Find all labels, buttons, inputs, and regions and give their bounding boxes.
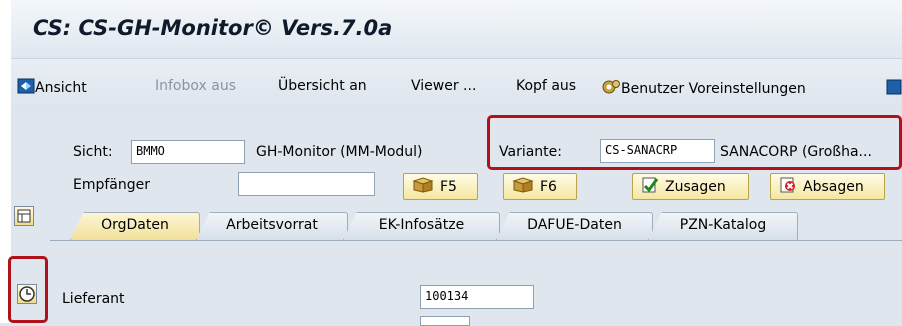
benutzer-voreinstellungen-button[interactable]: Benutzer Voreinstellungen [601, 78, 806, 100]
lieferant-label: Lieferant [62, 291, 125, 307]
time-button[interactable] [17, 284, 37, 304]
sicht-field[interactable]: BMMO [131, 140, 245, 164]
tab-orgdaten[interactable]: OrgDaten [70, 212, 200, 240]
infobox-aus-button[interactable]: Infobox aus [155, 78, 236, 94]
toolbar-overflow-icon[interactable] [886, 78, 902, 100]
kopf-aus-button[interactable]: Kopf aus [516, 78, 576, 94]
tab-pzn-katalog[interactable]: PZN-Katalog [648, 212, 798, 240]
zusagen-label: Zusagen [665, 178, 726, 195]
ansicht-button[interactable]: Ansicht [17, 78, 87, 98]
lieferant-field[interactable]: 100134 [420, 285, 534, 309]
absagen-label: Absagen [803, 178, 864, 195]
empfaenger-field[interactable] [238, 172, 375, 196]
reject-icon [779, 176, 797, 198]
clock-icon [19, 286, 35, 302]
window-title: CS: CS-GH-Monitor© Vers.7.0a [33, 16, 393, 40]
f6-button[interactable]: F6 [503, 173, 577, 200]
tabstrip-divider [50, 240, 902, 241]
user-settings-icon [601, 78, 621, 100]
empfaenger-label: Empfänger [73, 177, 151, 193]
sicht-label: Sicht: [73, 144, 113, 160]
package-icon [512, 176, 534, 197]
variante-highlight-box [487, 115, 902, 170]
ansicht-label: Ansicht [35, 80, 87, 96]
package-icon [412, 176, 434, 197]
f5-label: F5 [440, 178, 457, 195]
benutzer-voreinstellungen-label: Benutzer Voreinstellungen [621, 81, 806, 97]
approve-icon [641, 176, 659, 198]
layout-toggle-button[interactable] [14, 206, 34, 226]
layout-icon [17, 209, 31, 223]
tab-ek-infosaetze[interactable]: EK-Infosätze [343, 212, 500, 240]
f5-button[interactable]: F5 [403, 173, 478, 200]
tab-dafue-daten[interactable]: DAFUE-Daten [496, 212, 653, 240]
tab-arbeitsvorrat[interactable]: Arbeitsvorrat [196, 212, 348, 240]
next-field-partial[interactable] [420, 316, 470, 326]
viewer-button[interactable]: Viewer ... [411, 78, 476, 94]
absagen-button[interactable]: Absagen [770, 173, 885, 200]
view-switch-icon [17, 78, 35, 98]
f6-label: F6 [540, 178, 557, 195]
sicht-description: GH-Monitor (MM-Modul) [256, 144, 423, 160]
uebersicht-an-button[interactable]: Übersicht an [278, 78, 367, 94]
zusagen-button[interactable]: Zusagen [632, 173, 749, 200]
